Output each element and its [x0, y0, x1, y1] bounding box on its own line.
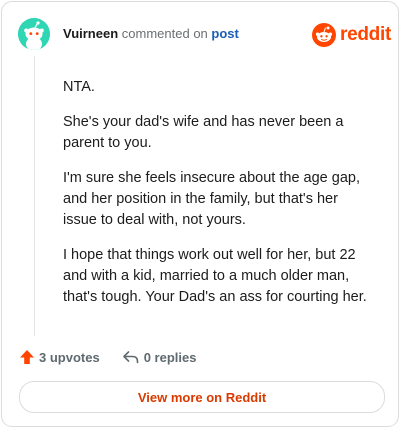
comment-body: NTA. She's your dad's wife and has never… — [63, 77, 375, 322]
comment-paragraph: I'm sure she feels insecure about the ag… — [63, 170, 360, 228]
comment-paragraph: I hope that things work out well for her… — [63, 247, 367, 305]
comment-header: Vuirneen commented on post — [63, 26, 239, 42]
thread-line — [34, 56, 35, 336]
reddit-logo[interactable]: reddit — [312, 23, 391, 47]
comment-embed-card: Vuirneen commented on post reddit NTA. S… — [1, 1, 399, 427]
comment-actions: 3 upvotes 0 replies — [19, 347, 196, 367]
reddit-wordmark: reddit — [340, 24, 391, 45]
comment-paragraph: NTA. — [63, 79, 95, 95]
comment-action-text: commented on — [121, 26, 208, 41]
comment-paragraph: She's your dad's wife and has never been… — [63, 114, 344, 151]
reply-count: 0 replies — [143, 349, 197, 365]
view-more-button[interactable]: View more on Reddit — [19, 381, 385, 413]
post-link[interactable]: post — [211, 26, 238, 41]
avatar[interactable] — [18, 18, 50, 50]
reddit-snoo-icon — [312, 23, 336, 47]
upvote-arrow-icon — [20, 350, 34, 364]
upvote-count: 3 upvotes — [39, 349, 100, 365]
reply-arrow-icon — [122, 351, 138, 364]
reply-button[interactable]: 0 replies — [122, 349, 197, 365]
snoo-avatar-icon — [18, 18, 50, 50]
upvote-button[interactable]: 3 upvotes — [19, 349, 100, 365]
comment-author[interactable]: Vuirneen — [63, 26, 118, 41]
